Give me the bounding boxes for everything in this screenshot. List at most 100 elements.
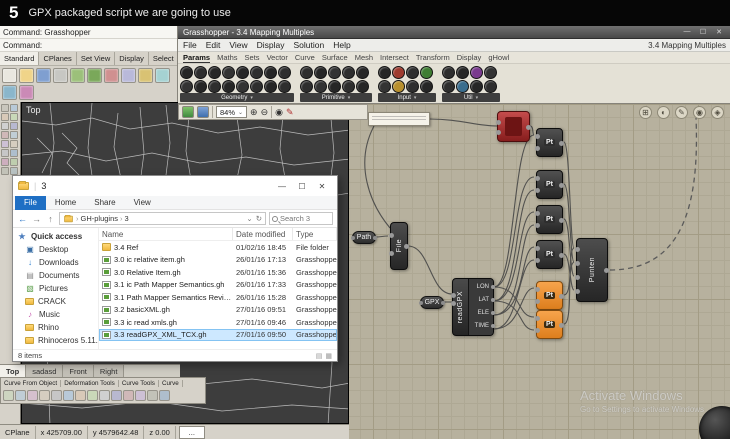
component-icon[interactable] xyxy=(208,66,221,79)
breadcrumb-item[interactable]: GH-plugins xyxy=(81,214,119,223)
component-icon[interactable] xyxy=(356,80,369,93)
curve-tool-icon[interactable] xyxy=(123,390,134,401)
curve-tool-icon[interactable] xyxy=(111,390,122,401)
sidebar-item[interactable]: Downloads xyxy=(13,256,98,269)
rhino-toolbar-icon[interactable] xyxy=(19,68,34,83)
component-icon[interactable] xyxy=(420,80,433,93)
rhino-toolbar-icon[interactable] xyxy=(121,68,136,83)
toolbar-group-label[interactable]: Curve xyxy=(159,380,183,387)
sidebar-item[interactable]: Documents xyxy=(13,269,98,282)
curve-tool-icon[interactable] xyxy=(27,390,38,401)
rhino-side-tool-icon[interactable] xyxy=(1,104,9,112)
rhino-side-tool-icon[interactable] xyxy=(1,167,9,175)
toolbar-tab[interactable]: Standard xyxy=(0,52,40,65)
file-row[interactable]: 3.3 readGPX_XML_TCX.gh 27/01/16 09:50 Gr… xyxy=(99,328,337,341)
component-icon[interactable] xyxy=(194,80,207,93)
component-icon[interactable] xyxy=(208,80,221,93)
rhino-side-tool-icon[interactable] xyxy=(10,122,18,130)
breadcrumb-item[interactable]: 3 xyxy=(125,214,129,223)
toolbar-group-label[interactable]: Curve From Object xyxy=(1,380,62,387)
rhino-side-tool-icon[interactable] xyxy=(10,113,18,121)
maximize-icon[interactable]: ☐ xyxy=(697,28,709,36)
component-icon[interactable] xyxy=(406,66,419,79)
menu-item[interactable]: Help xyxy=(333,40,350,50)
point-component-node[interactable]: Pt xyxy=(535,128,564,157)
component-icon[interactable] xyxy=(484,66,497,79)
palette-group-label[interactable]: Primitive xyxy=(300,93,372,102)
sidebar-item[interactable]: Desktop xyxy=(13,243,98,256)
rhino-toolbar-icon[interactable] xyxy=(2,85,17,100)
zoom-in-icon[interactable]: ⊕ xyxy=(250,106,258,118)
rhino-side-tool-icon[interactable] xyxy=(10,104,18,112)
component-icon[interactable] xyxy=(278,66,291,79)
component-icon[interactable] xyxy=(222,80,235,93)
component-icon[interactable] xyxy=(456,66,469,79)
toolbar-tab[interactable]: Display xyxy=(115,52,149,65)
file-row[interactable]: 3.0 Relative Item.gh 26/01/16 15:36 Gras… xyxy=(99,266,337,279)
point-component-node[interactable]: Pt xyxy=(535,310,564,339)
viewport-tab[interactable]: sadasd xyxy=(26,365,64,377)
curve-tool-icon[interactable] xyxy=(75,390,86,401)
close-icon[interactable]: ✕ xyxy=(312,177,332,195)
sidebar-item[interactable]: Rhinoceros 5.11... xyxy=(13,334,98,347)
palette-group-label[interactable]: Util xyxy=(442,93,500,102)
status-segment[interactable]: CPlane xyxy=(0,425,36,439)
list-view-icon[interactable]: ▤ xyxy=(316,352,323,360)
ribbon-tab[interactable]: File xyxy=(15,195,46,210)
canvas-widget-icon[interactable]: ◐ xyxy=(657,106,670,119)
status-segment[interactable]: x 425709.00 xyxy=(36,425,88,439)
point-component-node[interactable]: Pt xyxy=(535,205,564,234)
output-port[interactable]: LAT xyxy=(469,297,495,304)
rhino-side-tool-icon[interactable] xyxy=(10,149,18,157)
file-row[interactable]: 3.3 ic read xmls.gh 27/01/16 09:46 Grass… xyxy=(99,316,337,329)
component-icon[interactable] xyxy=(328,66,341,79)
explorer-title-bar[interactable]: | 3 — ☐ ✕ xyxy=(13,176,337,196)
component-tab[interactable]: Sets xyxy=(245,53,260,62)
rhino-toolbar-icon[interactable] xyxy=(104,68,119,83)
menu-item[interactable]: View xyxy=(229,40,247,50)
rhino-toolbar-icon[interactable] xyxy=(36,68,51,83)
grid-view-icon[interactable]: ▦ xyxy=(325,352,332,360)
address-bar[interactable]: › GH-plugins › 3 ⌄ ↻ xyxy=(59,212,266,225)
component-tab[interactable]: Curve xyxy=(295,53,315,62)
menu-item[interactable]: Display xyxy=(257,40,285,50)
toolbar-tab[interactable]: Select xyxy=(149,52,177,65)
component-icon[interactable] xyxy=(356,66,369,79)
maximize-icon[interactable]: ☐ xyxy=(292,177,312,195)
column-header-type[interactable]: Type xyxy=(293,228,337,240)
component-icon[interactable] xyxy=(392,66,405,79)
status-segment[interactable]: z 0.00 xyxy=(144,425,176,439)
curve-tool-icon[interactable] xyxy=(3,390,14,401)
ribbon-tab[interactable]: Home xyxy=(46,196,85,210)
sketch-pen-icon[interactable]: ✎ xyxy=(286,106,294,118)
column-header-name[interactable]: Name xyxy=(99,228,233,240)
component-icon[interactable] xyxy=(378,80,391,93)
component-tab[interactable]: Intersect xyxy=(380,53,409,62)
component-icon[interactable] xyxy=(236,66,249,79)
column-header-date[interactable]: Date modified xyxy=(233,228,293,240)
component-icon[interactable] xyxy=(470,80,483,93)
path-param-node[interactable]: Path xyxy=(351,231,377,244)
component-tab[interactable]: Maths xyxy=(217,53,237,62)
menu-item[interactable]: Edit xyxy=(206,40,221,50)
status-segment[interactable]: y 4579642.48 xyxy=(88,425,145,439)
component-icon[interactable] xyxy=(264,66,277,79)
component-icon[interactable] xyxy=(264,80,277,93)
zoom-dropdown[interactable]: 84% ⌄ xyxy=(216,106,248,118)
component-icon[interactable] xyxy=(194,66,207,79)
curve-tool-icon[interactable] xyxy=(51,390,62,401)
output-port[interactable]: TIME xyxy=(469,323,495,330)
palette-group-label[interactable]: Input xyxy=(378,93,436,102)
ribbon-tab[interactable]: Share xyxy=(85,196,124,210)
preview-icon[interactable]: ◉ xyxy=(275,106,283,118)
component-icon[interactable] xyxy=(236,80,249,93)
rhino-toolbar-icon[interactable] xyxy=(2,68,17,83)
component-icon[interactable] xyxy=(300,66,313,79)
output-port[interactable]: ELE xyxy=(469,310,495,317)
component-icon[interactable] xyxy=(342,66,355,79)
point-component-node[interactable]: Pt xyxy=(535,170,564,199)
rhino-toolbar-icon[interactable] xyxy=(155,68,170,83)
curve-tool-icon[interactable] xyxy=(159,390,170,401)
component-icon[interactable] xyxy=(314,66,327,79)
ribbon-tab[interactable]: View xyxy=(125,196,160,210)
